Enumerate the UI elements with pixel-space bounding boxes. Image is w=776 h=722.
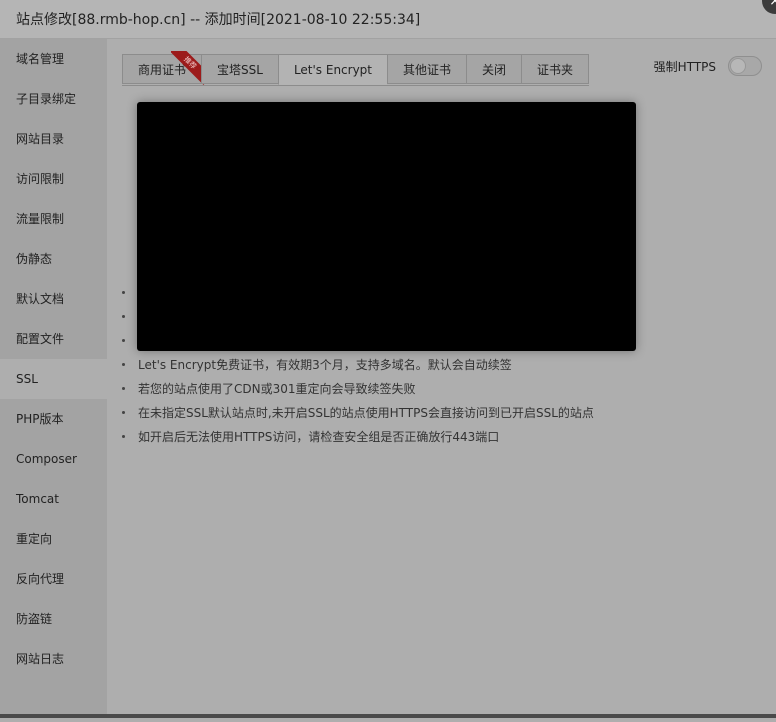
dialog-title: 站点修改[88.rmb-hop.cn] -- 添加时间[2021-08-10 2…	[16, 12, 421, 28]
tab-label: 宝塔SSL	[217, 63, 263, 77]
tab-lets-encrypt[interactable]: Let's Encrypt	[277, 54, 388, 85]
bullet-icon	[122, 363, 125, 366]
sidebar-item-reverse-proxy[interactable]: 反向代理	[0, 559, 107, 599]
tab-cert-folder[interactable]: 证书夹	[521, 54, 590, 84]
tip-item: 如开启后无法使用HTTPS访问，请检查安全组是否正确放行443端口	[122, 425, 594, 449]
bullet-icon	[122, 411, 125, 414]
sidebar-item-php-version[interactable]: PHP版本	[0, 399, 107, 439]
sidebar-item-redirect[interactable]: 重定向	[0, 519, 107, 559]
sidebar-item-hotlink-protection[interactable]: 防盗链	[0, 599, 107, 639]
sidebar-item-subdirectory-binding[interactable]: 子目录绑定	[0, 79, 107, 119]
bottom-border	[0, 714, 776, 718]
tab-other-cert[interactable]: 其他证书	[387, 54, 467, 84]
toggle-knob	[730, 58, 746, 74]
tip-text: 在未指定SSL默认站点时,未开启SSL的站点使用HTTPS会直接访问到已开启SS…	[138, 406, 594, 420]
sidebar-item-traffic-limit[interactable]: 流量限制	[0, 199, 107, 239]
dialog-titlebar: 站点修改[88.rmb-hop.cn] -- 添加时间[2021-08-10 2…	[0, 0, 776, 39]
bullet-icon	[122, 339, 125, 342]
tab-label: 其他证书	[403, 63, 452, 77]
tip-item: 若您的站点使用了CDN或301重定向会导致续签失败	[122, 377, 594, 401]
ssl-panel: 商用证书 推荐 宝塔SSL Let's Encrypt 其他证书 关闭 证书夹	[107, 39, 776, 718]
sidebar-item-site-log[interactable]: 网站日志	[0, 639, 107, 679]
force-https-label: 强制HTTPS	[653, 59, 716, 74]
tab-close-ssl[interactable]: 关闭	[466, 54, 522, 84]
sidebar-item-domain[interactable]: 域名管理	[0, 39, 107, 79]
tip-item: Let's Encrypt免费证书，有效期3个月，支持多域名。默认会自动续签	[122, 353, 594, 377]
tab-label: 商用证书	[138, 63, 187, 77]
tab-label: Let's Encrypt	[293, 63, 373, 77]
tab-label: 关闭	[482, 63, 507, 77]
bullet-icon	[122, 435, 125, 438]
tab-label: 证书夹	[537, 63, 574, 77]
sidebar-item-composer[interactable]: Composer	[0, 439, 107, 479]
sidebar-item-site-directory[interactable]: 网站目录	[0, 119, 107, 159]
sidebar-item-ssl[interactable]: SSL	[0, 359, 107, 399]
bullet-icon	[122, 387, 125, 390]
force-https-control: 强制HTTPS	[654, 56, 762, 76]
tip-item: 在未指定SSL默认站点时,未开启SSL的站点使用HTTPS会直接访问到已开启SS…	[122, 401, 594, 425]
tab-baota-ssl[interactable]: 宝塔SSL	[201, 54, 278, 84]
sidebar-item-access-limit[interactable]: 访问限制	[0, 159, 107, 199]
sidebar: 域名管理 子目录绑定 网站目录 访问限制 流量限制 伪静态 默认文档 配置文件 …	[0, 39, 107, 718]
tip-text: 如开启后无法使用HTTPS访问，请检查安全组是否正确放行443端口	[138, 430, 500, 444]
sidebar-item-default-document[interactable]: 默认文档	[0, 279, 107, 319]
sidebar-item-rewrite[interactable]: 伪静态	[0, 239, 107, 279]
force-https-toggle[interactable]	[728, 56, 762, 76]
tab-commercial-cert[interactable]: 商用证书 推荐	[122, 51, 206, 85]
ssl-tabs: 商用证书 推荐 宝塔SSL Let's Encrypt 其他证书 关闭 证书夹	[122, 51, 590, 86]
bullet-icon	[122, 315, 125, 318]
sidebar-item-config-file[interactable]: 配置文件	[0, 319, 107, 359]
tip-text: 若您的站点使用了CDN或301重定向会导致续签失败	[138, 382, 416, 396]
sidebar-item-tomcat[interactable]: Tomcat	[0, 479, 107, 519]
loading-overlay-panel	[137, 102, 636, 351]
site-settings-dialog: 站点修改[88.rmb-hop.cn] -- 添加时间[2021-08-10 2…	[0, 0, 776, 718]
tip-text: Let's Encrypt免费证书，有效期3个月，支持多域名。默认会自动续签	[138, 358, 512, 372]
bullet-icon	[122, 291, 125, 294]
